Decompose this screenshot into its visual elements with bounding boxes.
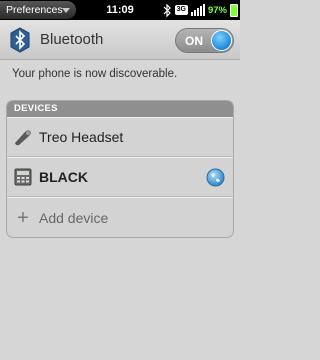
page-title: Bluetooth	[40, 31, 104, 48]
discoverable-message: Your phone is now discoverable.	[12, 68, 178, 80]
plus-icon: +	[17, 206, 29, 229]
toggle-knob[interactable]	[211, 30, 232, 51]
battery-icon	[230, 3, 238, 17]
add-device-label: Add device	[39, 209, 109, 226]
bluetooth-icon	[163, 3, 171, 17]
battery-percent: 97%	[207, 4, 227, 16]
status-bar: Preferences 11:09 3G 97%	[0, 0, 240, 20]
status-icons: 3G 97%	[163, 0, 238, 20]
device-label: BLACK	[39, 169, 88, 185]
network-badge: 3G	[174, 5, 188, 15]
add-device-button[interactable]: + Add device	[7, 197, 233, 237]
bluetooth-icon	[10, 27, 30, 53]
bluetooth-toggle[interactable]: ON	[175, 28, 234, 53]
headset-icon	[7, 128, 39, 146]
toggle-label: ON	[185, 34, 203, 48]
device-row-treo-headset[interactable]: Treo Headset	[7, 117, 233, 157]
globe-icon	[206, 168, 225, 187]
devices-header: DEVICES	[7, 101, 233, 117]
page-header: Bluetooth ON	[0, 20, 240, 60]
computer-icon	[7, 167, 39, 187]
device-row-black[interactable]: BLACK	[7, 157, 233, 197]
device-label: Treo Headset	[39, 129, 124, 145]
signal-strength-icon	[190, 4, 205, 16]
devices-group: DEVICES Treo Headset BLACK + Add device	[6, 100, 234, 238]
